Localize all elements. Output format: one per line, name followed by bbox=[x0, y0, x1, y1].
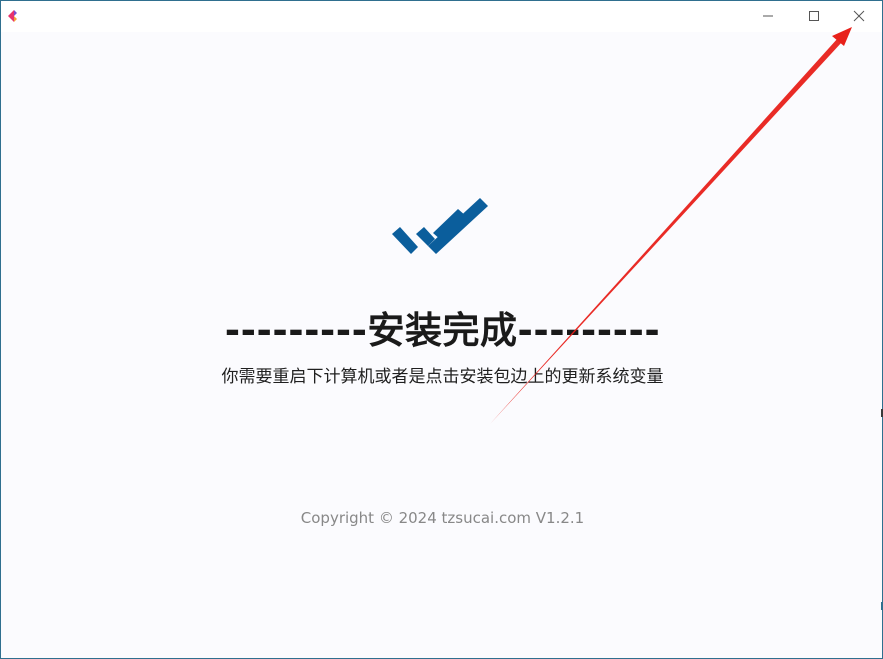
restart-instruction-text: 你需要重启下计算机或者是点击安装包边上的更新系统变量 bbox=[221, 367, 664, 387]
copyright-footer: Copyright © 2024 tzsucai.com V1.2.1 bbox=[300, 509, 585, 527]
close-button[interactable] bbox=[836, 1, 882, 32]
page-title: ---------安装完成--------- bbox=[224, 309, 661, 352]
double-check-icon bbox=[389, 196, 491, 256]
app-logo-icon bbox=[5, 8, 21, 24]
installer-window: ---------安装完成--------- 你需要重启下计算机或者是点击安装包… bbox=[0, 0, 883, 659]
maximize-icon bbox=[808, 7, 820, 26]
minimize-icon bbox=[762, 7, 774, 26]
close-icon bbox=[853, 7, 865, 26]
minimize-button[interactable] bbox=[745, 1, 791, 32]
completion-panel: ---------安装完成--------- 你需要重启下计算机或者是点击安装包… bbox=[1, 32, 882, 659]
maximize-button[interactable] bbox=[791, 1, 837, 32]
title-bar[interactable] bbox=[1, 1, 882, 32]
